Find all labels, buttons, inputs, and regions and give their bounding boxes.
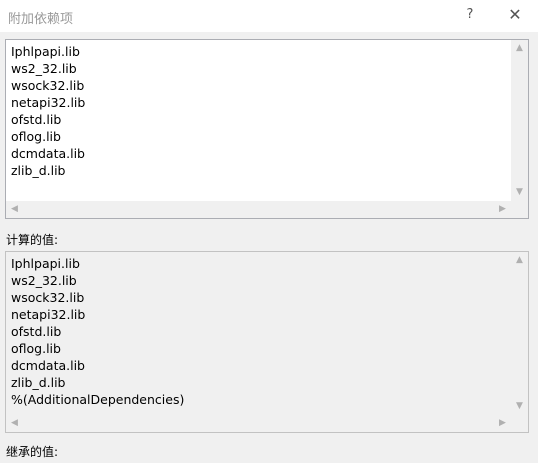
scroll-right-icon[interactable]: ▶ [494, 201, 511, 218]
edit-line: wsock32.lib [11, 78, 85, 93]
evaluated-value-box: Iphlpapi.lib ws2_32.lib wsock32.lib neta… [5, 251, 529, 433]
evaluated-line: netapi32.lib [11, 307, 86, 322]
evaluated-line: Iphlpapi.lib [11, 256, 80, 271]
dialog-title: 附加依赖项 [8, 12, 74, 27]
evaluated-line: dcmdata.lib [11, 358, 85, 373]
evaluated-line: oflog.lib [11, 341, 61, 356]
scroll-left-icon[interactable]: ◀ [6, 415, 23, 432]
edit-line: zlib_d.lib [11, 163, 66, 178]
evaluated-line: ws2_32.lib [11, 273, 77, 288]
horizontal-scrollbar[interactable]: ◀ ▶ [6, 201, 511, 218]
evaluated-value-label: 计算的值: [6, 233, 59, 247]
edit-line: ws2_32.lib [11, 61, 77, 76]
additional-dependencies-edit-box[interactable]: Iphlpapi.lib ws2_32.lib wsock32.lib neta… [5, 39, 529, 219]
scroll-left-icon[interactable]: ◀ [6, 201, 23, 218]
edit-line: dcmdata.lib [11, 146, 85, 161]
scrollbar-corner [511, 415, 528, 432]
title-bar: 附加依赖项 ? ✕ [0, 0, 538, 32]
scroll-right-icon[interactable]: ▶ [494, 415, 511, 432]
evaluated-line: wsock32.lib [11, 290, 85, 305]
edit-line: ofstd.lib [11, 112, 62, 127]
evaluated-line: %(AdditionalDependencies) [11, 392, 185, 407]
vertical-scrollbar[interactable]: ▲ ▼ [511, 40, 528, 201]
edit-line: netapi32.lib [11, 95, 86, 110]
scroll-down-icon[interactable]: ▼ [511, 398, 528, 415]
edit-line: Iphlpapi.lib [11, 44, 80, 59]
scroll-down-icon[interactable]: ▼ [511, 184, 528, 201]
horizontal-scrollbar[interactable]: ◀ ▶ [6, 415, 511, 432]
edit-box-lines: Iphlpapi.lib ws2_32.lib wsock32.lib neta… [11, 43, 85, 179]
scroll-up-icon[interactable]: ▲ [511, 40, 528, 57]
scroll-up-icon[interactable]: ▲ [511, 252, 528, 269]
inherited-value-label: 继承的值: [6, 445, 59, 459]
evaluated-line: zlib_d.lib [11, 375, 66, 390]
help-button[interactable]: ? [456, 3, 484, 27]
evaluated-line: ofstd.lib [11, 324, 62, 339]
evaluated-lines: Iphlpapi.lib ws2_32.lib wsock32.lib neta… [11, 255, 184, 408]
edit-line: oflog.lib [11, 129, 61, 144]
close-button[interactable]: ✕ [500, 2, 530, 28]
scrollbar-corner [511, 201, 528, 218]
vertical-scrollbar[interactable]: ▲ ▼ [511, 252, 528, 415]
